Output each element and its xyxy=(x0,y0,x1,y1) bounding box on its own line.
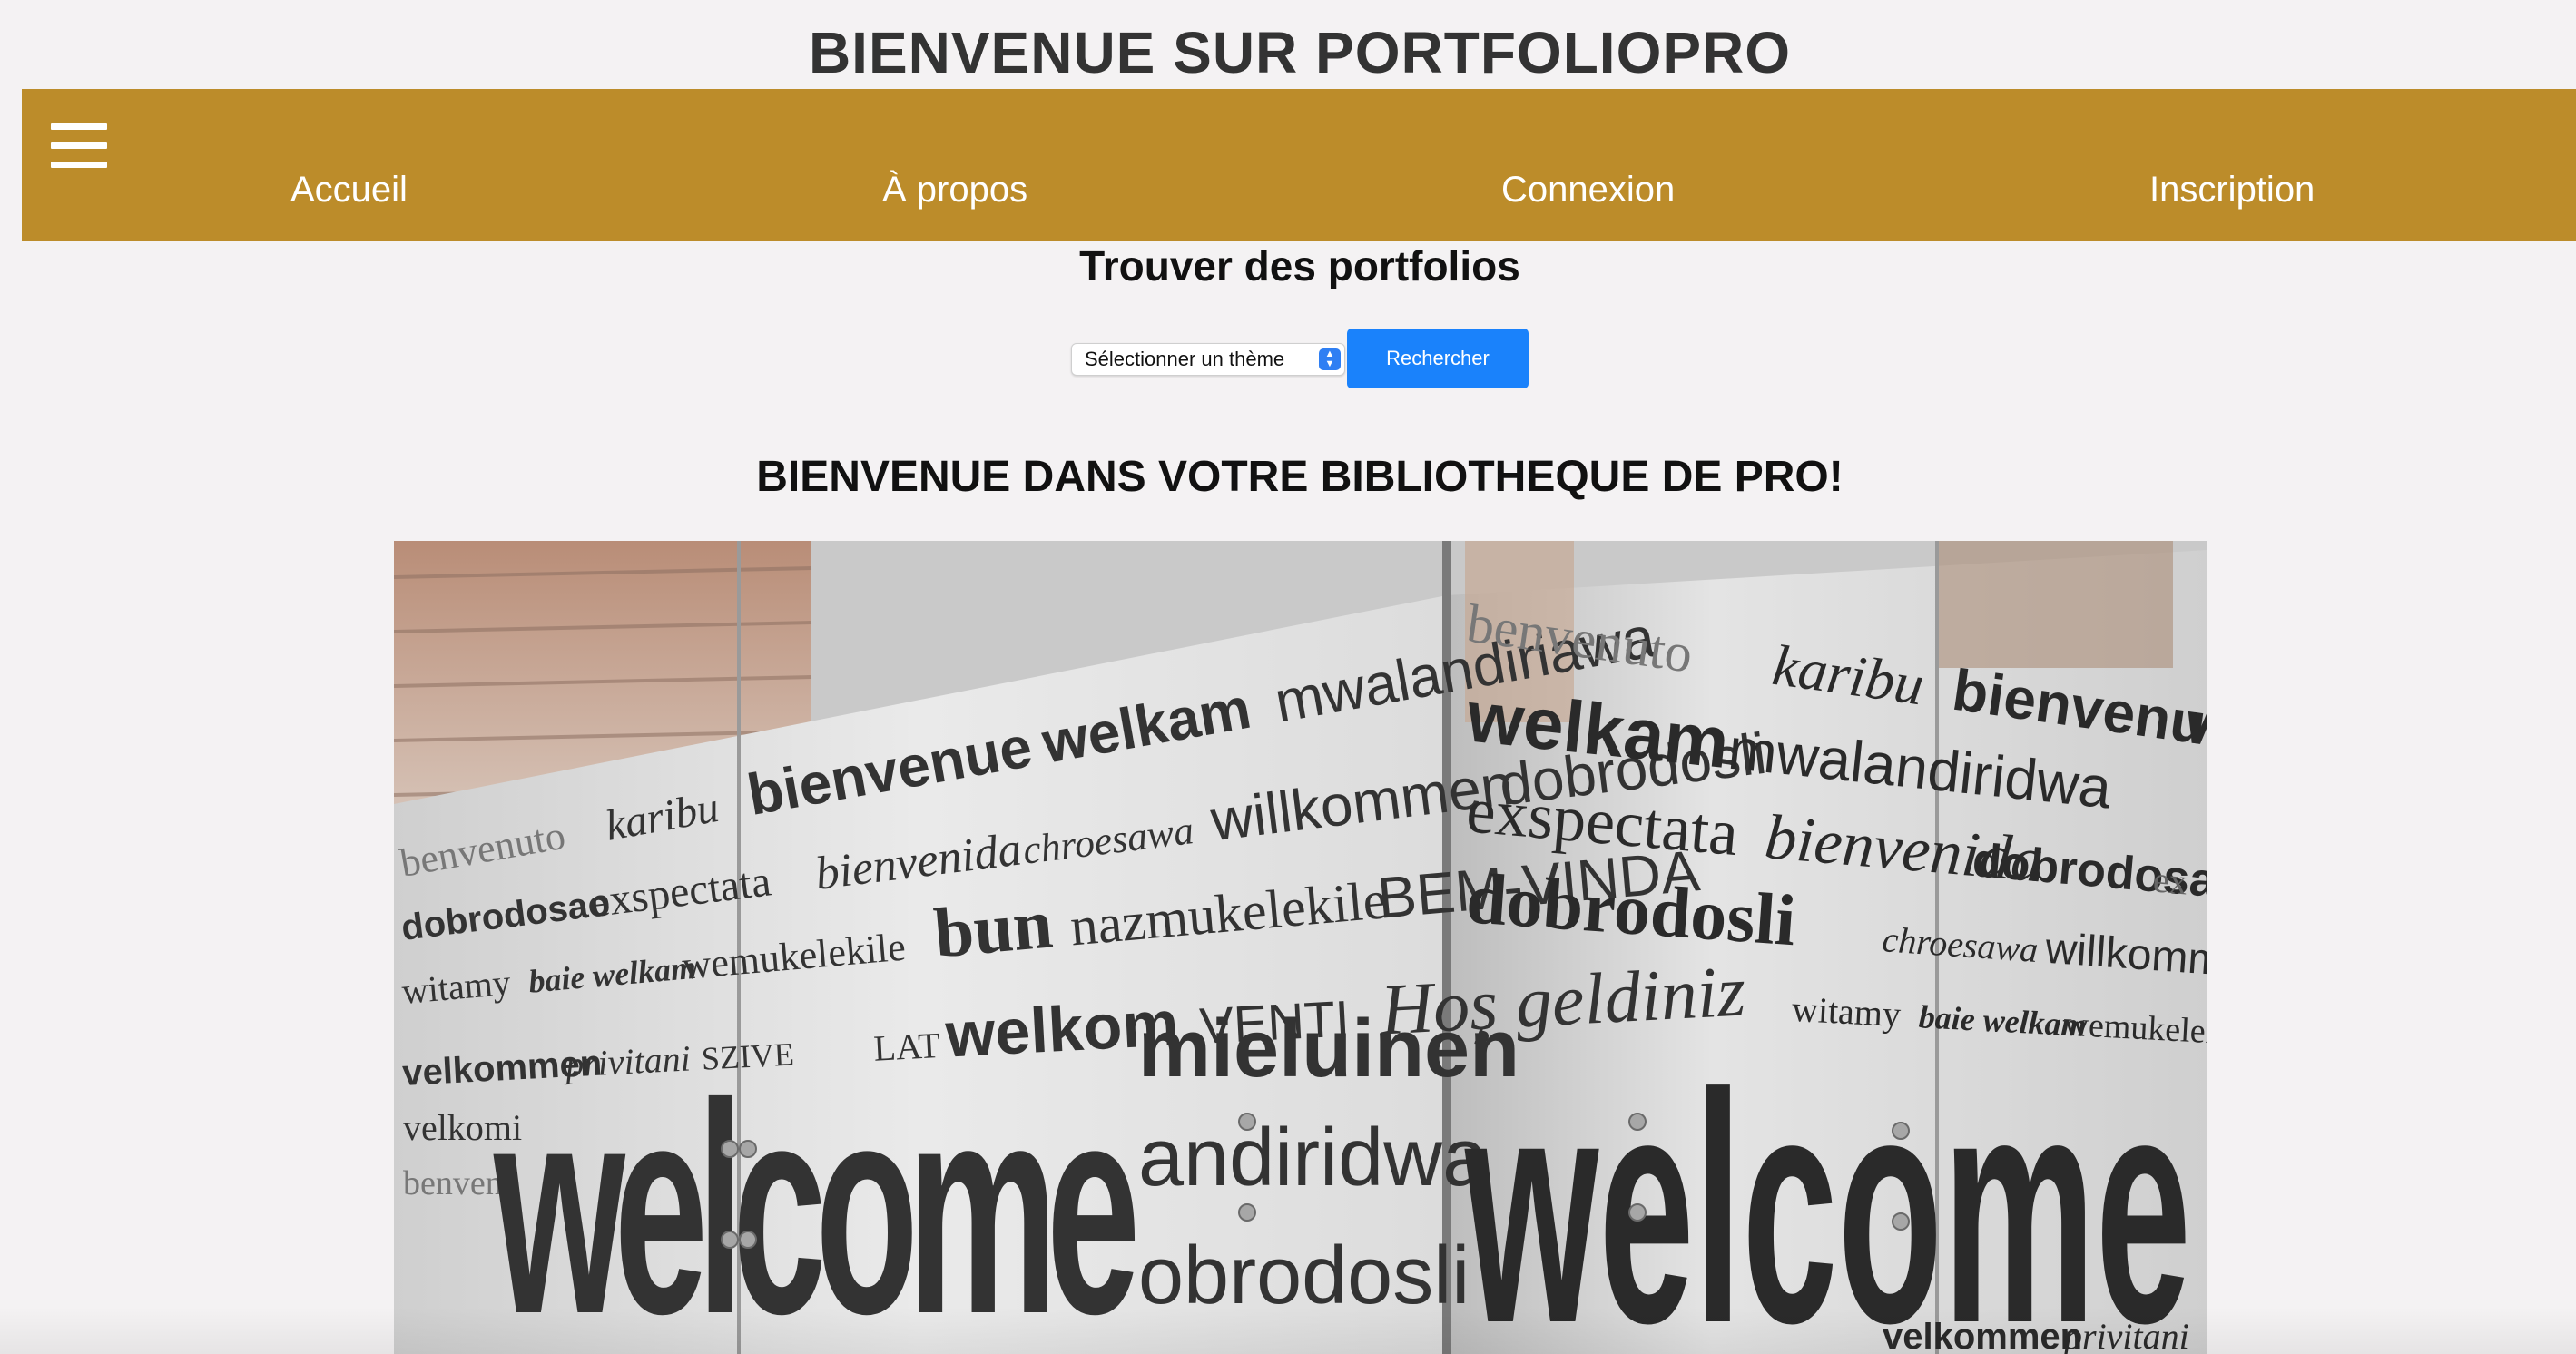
hero-word: velkommen xyxy=(1883,1317,2082,1354)
hero-word: ex xyxy=(2151,859,2189,902)
hero-word: welcome xyxy=(491,1041,1136,1354)
nav-link-connexion[interactable]: Connexion xyxy=(1501,169,1675,211)
hero-word: andiridwa xyxy=(1138,1113,1489,1203)
hero-word: mieluinen xyxy=(1138,1004,1519,1094)
hero-word: privitani xyxy=(2061,1316,2189,1354)
welcome-heading: BIENVENUE DANS VOTRE BIBLIOTHEQUE DE PRO… xyxy=(756,453,1844,501)
theme-select-value: Sélectionner un thème xyxy=(1085,348,1285,370)
hero-word: obrodosli xyxy=(1138,1231,1470,1321)
main-navbar: Accueil À propos Connexion Inscription xyxy=(22,89,2576,241)
select-arrows-icon: ▲ ▼ xyxy=(1319,348,1341,370)
hero-welcome-image: benvenuto karibu bienvenue welkam mwalan… xyxy=(394,541,2207,1354)
site-title: BIENVENUE SUR PORTFOLIOPRO xyxy=(808,20,1792,85)
search-heading: Trouver des portfolios xyxy=(1079,242,1520,289)
theme-select[interactable]: Sélectionner un thème ▲ ▼ xyxy=(1071,343,1345,376)
nav-link-accueil[interactable]: Accueil xyxy=(290,169,408,211)
hamburger-menu-icon[interactable] xyxy=(51,123,107,169)
nav-link-inscription[interactable]: Inscription xyxy=(2149,169,2315,211)
hero-word: welcome xyxy=(1462,1026,2191,1354)
search-button[interactable]: Rechercher xyxy=(1347,329,1529,388)
hero-word: bun xyxy=(931,884,1056,973)
nav-link-a-propos[interactable]: À propos xyxy=(882,169,1027,211)
